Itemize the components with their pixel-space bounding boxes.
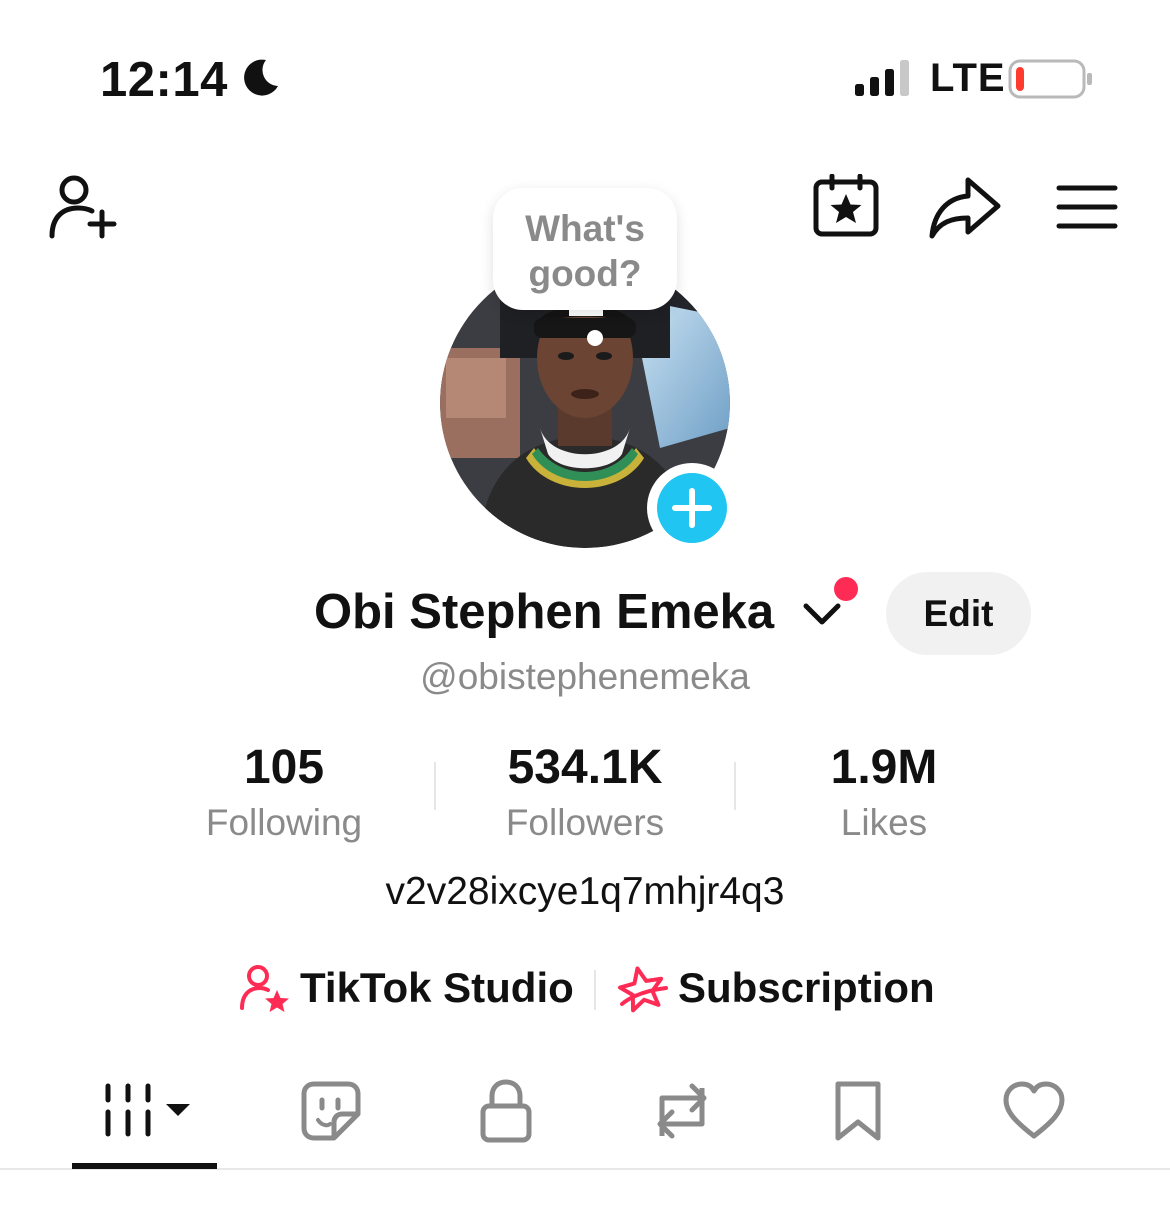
status-time: 12:14 — [100, 53, 228, 107]
subscription-star-icon[interactable] — [616, 964, 668, 1014]
share-arrow-icon[interactable] — [928, 174, 1002, 240]
note-text: What's good? — [525, 208, 645, 294]
plus-badge — [657, 473, 727, 543]
note-bubble-dot — [587, 330, 603, 346]
network-type: LTE — [930, 56, 1006, 100]
username-handle: @obistephenemeka — [420, 656, 750, 697]
tiktok-studio-icon[interactable] — [240, 964, 290, 1012]
profile-bio[interactable]: v2v28ixcye1q7mhjr4q3 — [0, 870, 1170, 914]
plus-icon — [672, 488, 712, 528]
stat-value: 534.1K — [507, 741, 663, 794]
moon-icon — [244, 59, 278, 96]
stat-value: 105 — [243, 741, 325, 794]
grid-videos-icon[interactable] — [100, 1078, 196, 1144]
stat-following[interactable]: 105 Following — [134, 740, 434, 846]
profile-name[interactable]: Obi Stephen Emeka — [314, 584, 774, 640]
link-divider — [594, 970, 596, 1010]
add-story-button[interactable] — [647, 463, 737, 553]
bookmark-icon[interactable] — [832, 1078, 884, 1144]
sticker-icon[interactable] — [300, 1078, 362, 1144]
hamburger-menu-icon[interactable] — [1056, 184, 1118, 230]
note-bubble[interactable]: What's good? — [493, 188, 677, 310]
active-tab-indicator — [72, 1163, 217, 1169]
stat-value: 1.9M — [830, 741, 938, 794]
notification-dot — [834, 577, 858, 601]
stat-label: Following — [205, 802, 363, 843]
cellular-signal-icon — [855, 60, 909, 96]
calendar-star-icon[interactable] — [812, 174, 880, 238]
battery-icon — [1008, 59, 1092, 99]
add-friend-icon[interactable] — [48, 172, 120, 242]
stat-followers[interactable]: 534.1K Followers — [435, 740, 735, 846]
stat-likes[interactable]: 1.9M Likes — [734, 740, 1034, 846]
edit-profile-button[interactable]: Edit — [886, 572, 1031, 655]
stat-label: Likes — [840, 802, 928, 843]
repost-icon[interactable] — [648, 1078, 716, 1144]
tiktok-studio-link[interactable]: TikTok Studio — [300, 964, 574, 1012]
chevron-down-icon[interactable] — [802, 598, 842, 628]
lock-icon[interactable] — [478, 1078, 534, 1144]
heart-icon[interactable] — [1002, 1078, 1066, 1144]
subscription-link[interactable]: Subscription — [678, 964, 935, 1012]
stat-label: Followers — [505, 802, 665, 843]
